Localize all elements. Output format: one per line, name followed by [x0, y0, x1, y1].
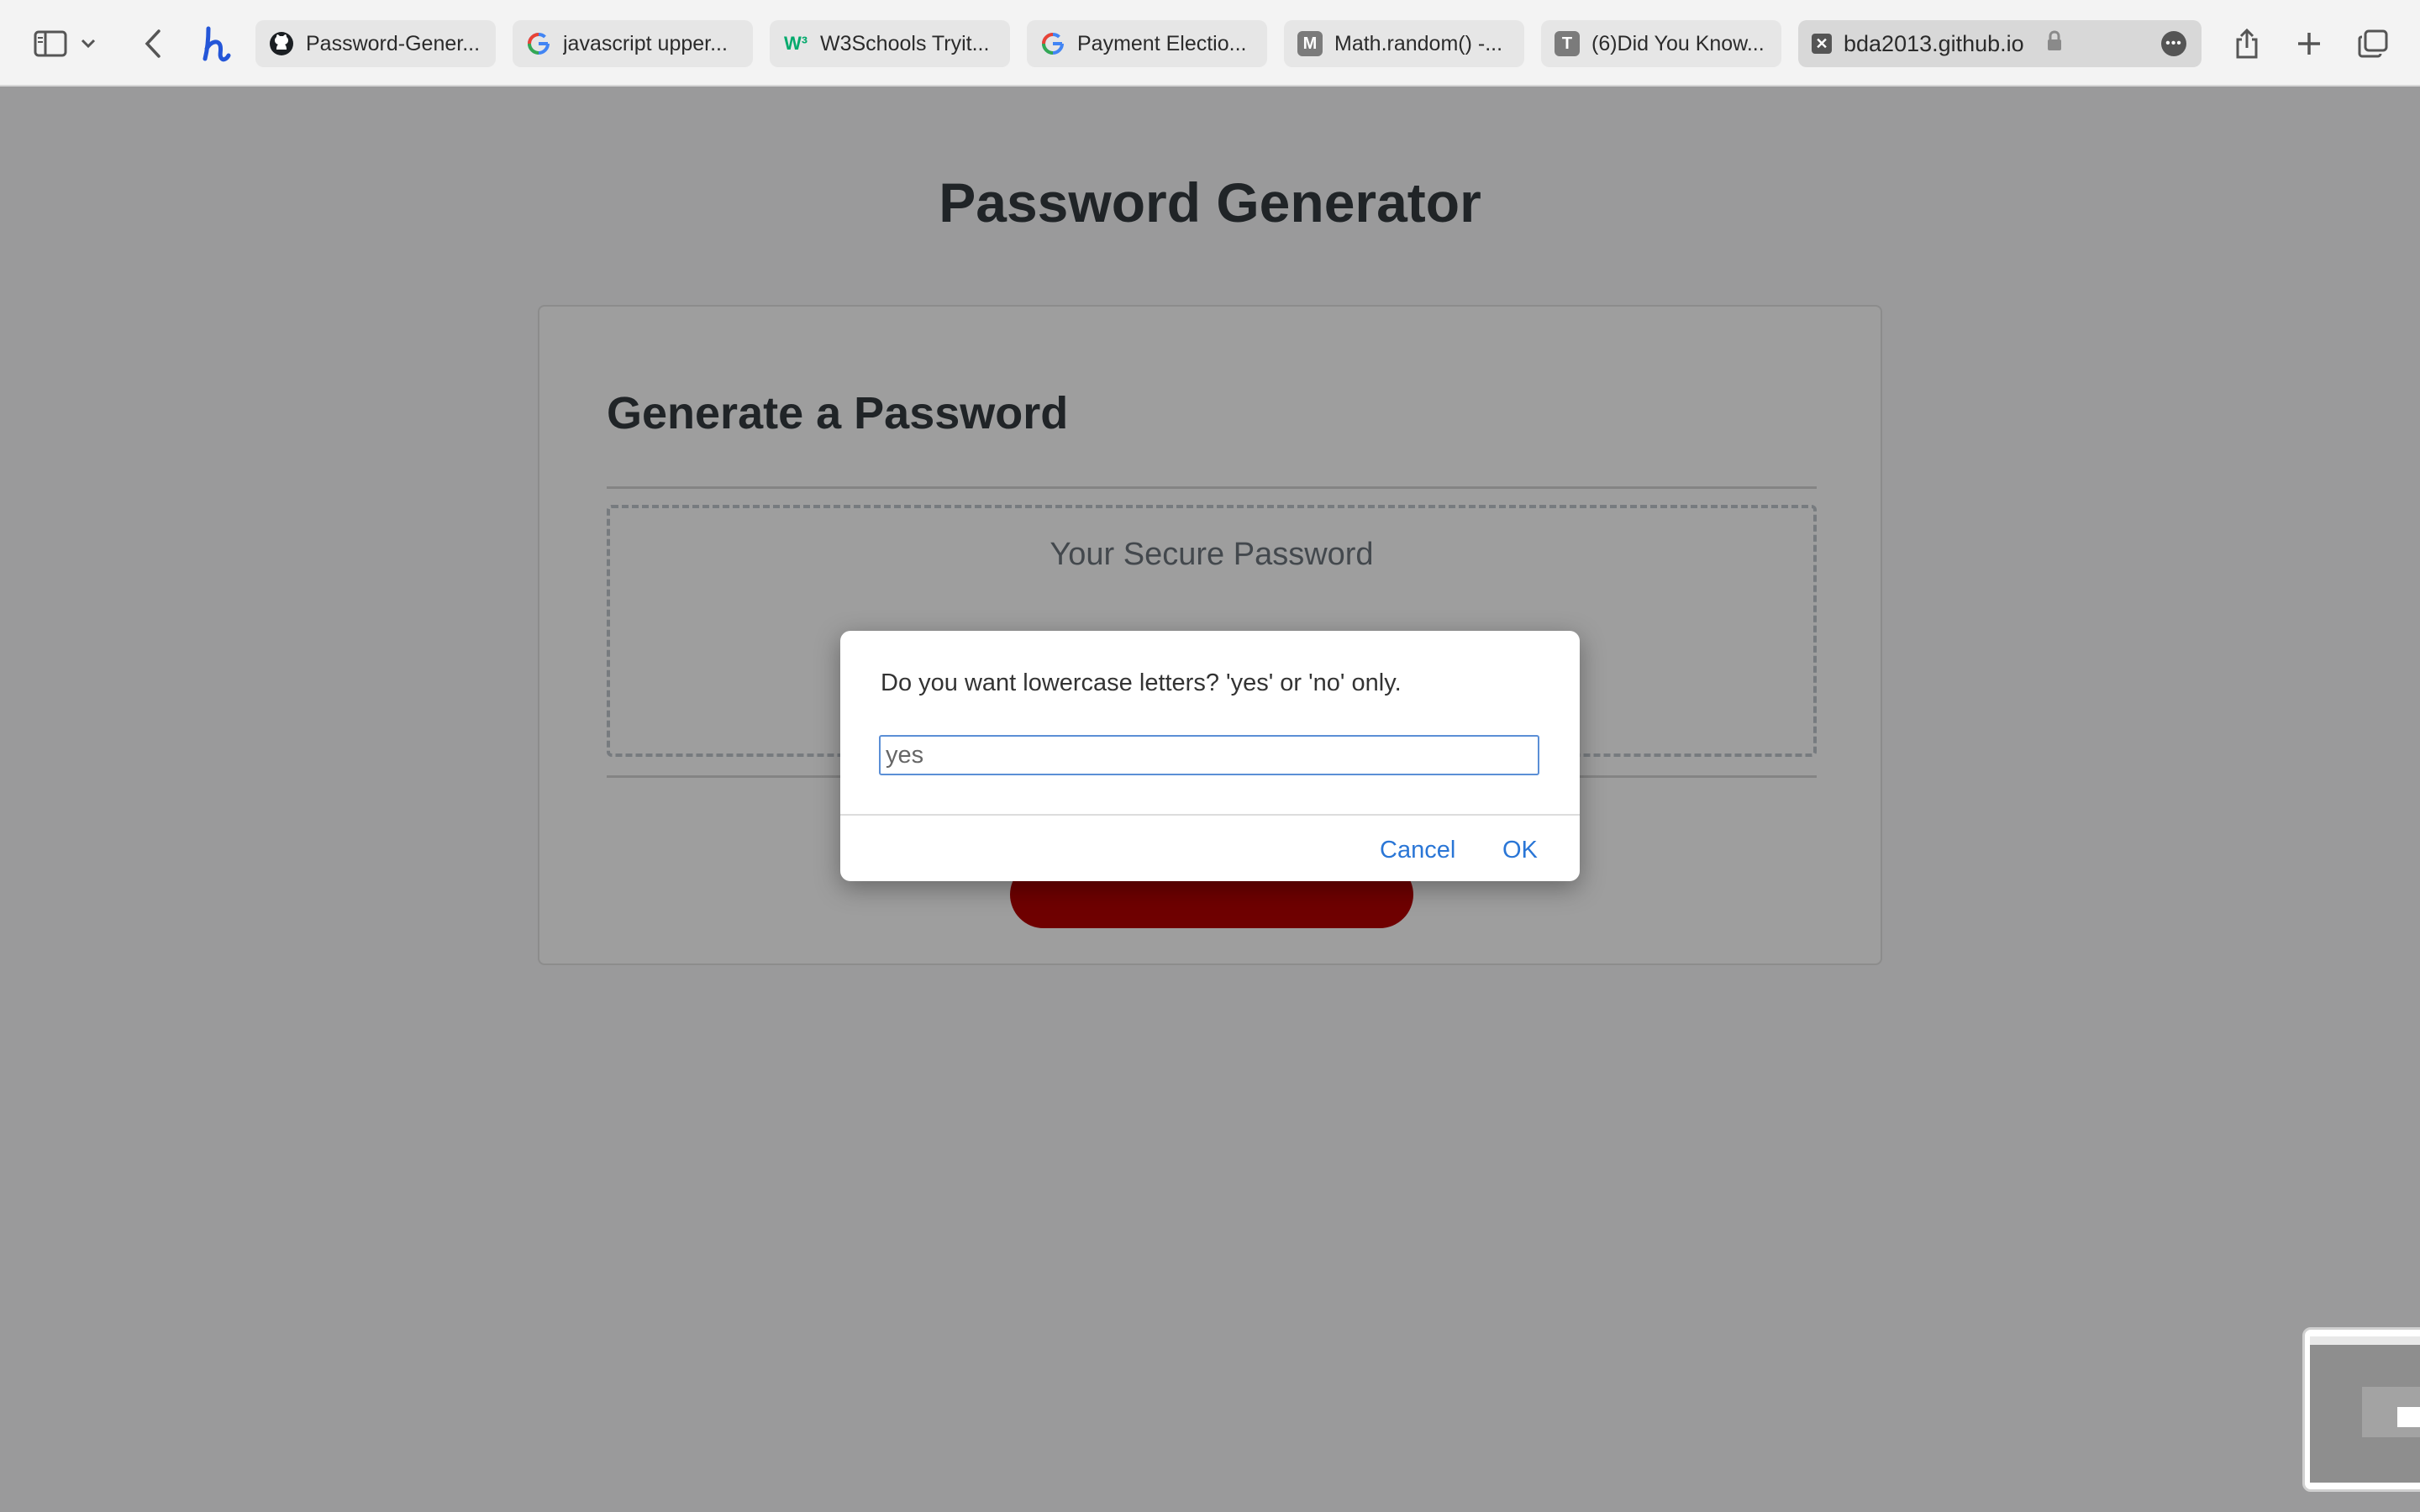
- tab-payment-election[interactable]: Payment Electio...: [1027, 20, 1267, 67]
- lock-icon: [2046, 29, 2063, 58]
- t-icon: T: [1555, 31, 1580, 56]
- m-icon: M: [1297, 31, 1323, 56]
- tab-bda2013-active[interactable]: ✕ bda2013.github.io •••: [1798, 20, 2202, 67]
- tab-math-random[interactable]: M Math.random() -...: [1284, 20, 1524, 67]
- sidebar-toggle-icon[interactable]: [29, 22, 72, 66]
- tab-label: Math.random() -...: [1334, 31, 1503, 55]
- ok-button[interactable]: OK: [1502, 837, 1538, 864]
- tab-label: W3Schools Tryit...: [820, 31, 990, 55]
- dialog-divider: [840, 814, 1580, 816]
- google-icon: [526, 31, 551, 56]
- tab-javascript-upper[interactable]: javascript upper...: [513, 20, 753, 67]
- chevron-down-icon[interactable]: [76, 22, 101, 66]
- tab-password-generator[interactable]: Password-Gener...: [255, 20, 496, 67]
- tab-overview-icon[interactable]: [2351, 22, 2395, 66]
- screenshot-thumbnail[interactable]: [2302, 1327, 2420, 1492]
- share-icon[interactable]: [2225, 22, 2269, 66]
- tab-label: (6)Did You Know...: [1591, 31, 1765, 55]
- tab-label: javascript upper...: [563, 31, 728, 55]
- prompt-dialog: Do you want lowercase letters? 'yes' or …: [840, 631, 1580, 881]
- honey-extension-icon[interactable]: [195, 22, 239, 66]
- thumbnail-preview: [2310, 1336, 2420, 1483]
- close-icon[interactable]: ✕: [1812, 34, 1832, 54]
- thumbnail-toolbar: [2310, 1336, 2420, 1345]
- prompt-input[interactable]: [879, 735, 1539, 775]
- back-arrow-icon[interactable]: [131, 22, 175, 66]
- tab-did-you-know[interactable]: T (6)Did You Know...: [1541, 20, 1781, 67]
- github-icon: [269, 31, 294, 56]
- dialog-message: Do you want lowercase letters? 'yes' or …: [881, 669, 1402, 696]
- tab-label: Payment Electio...: [1077, 31, 1247, 55]
- google-icon: [1040, 31, 1065, 56]
- cancel-button[interactable]: Cancel: [1380, 837, 1455, 864]
- more-options-icon[interactable]: •••: [2161, 31, 2186, 56]
- thumbnail-dialog: [2397, 1407, 2420, 1427]
- new-tab-icon[interactable]: [2287, 22, 2331, 66]
- tab-w3schools[interactable]: W³ W3Schools Tryit...: [770, 20, 1010, 67]
- w3schools-icon: W³: [783, 33, 808, 54]
- tab-label: bda2013.github.io: [1844, 30, 2024, 56]
- tab-label: Password-Gener...: [306, 31, 481, 55]
- browser-toolbar: Password-Gener... javascript upper... W³…: [0, 0, 2420, 87]
